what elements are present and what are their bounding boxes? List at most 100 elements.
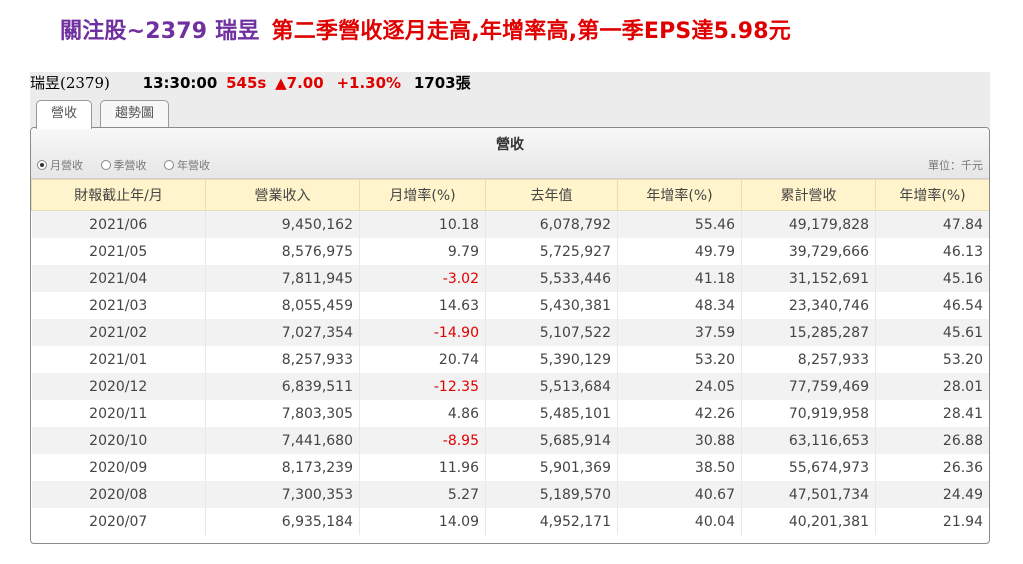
- radio-yearly-label: 年營收: [177, 159, 210, 172]
- cell-revenue: 7,803,305: [205, 400, 360, 427]
- cell-period: 2021/06: [31, 210, 206, 238]
- headline-stock: 關注股~2379 瑞昱: [60, 19, 260, 44]
- col-header-cumulative-yoy: 年增率(%): [875, 179, 989, 211]
- cell-cumulative: 49,179,828: [741, 210, 876, 238]
- cell-cumulative: 15,285,287: [741, 319, 876, 346]
- table-row: 2021/04 7,811,945 -3.02 5,533,446 41.18 31,15…: [31, 265, 989, 292]
- cell-yoy: 24.05: [617, 373, 742, 400]
- cell-period: 2020/08: [31, 481, 206, 508]
- cell-yoy: 38.50: [617, 454, 742, 481]
- cell-mom: 9.79: [359, 238, 486, 265]
- revenue-panel: 營收 月營收 季營收 年營收 單位：千元 財報截止年/月 營業收入 月增率(%)…: [30, 127, 990, 544]
- quote-volume: 1703張: [413, 74, 471, 92]
- cell-revenue: 8,576,975: [205, 238, 360, 265]
- cell-last-year: 6,078,792: [485, 210, 618, 238]
- col-header-last-year: 去年值: [485, 179, 618, 211]
- cell-last-year: 5,685,914: [485, 427, 618, 454]
- col-header-mom: 月增率(%): [359, 179, 486, 211]
- cell-cumulative: 40,201,381: [741, 508, 876, 535]
- cell-revenue: 7,300,353: [205, 481, 360, 508]
- cell-cumulative: 63,116,653: [741, 427, 876, 454]
- headline: 關注股~2379 瑞昱 第二季營收逐月走高,年增率高,第一季EPS達5.98元: [60, 10, 1000, 54]
- cell-cumulative: 8,257,933: [741, 346, 876, 373]
- cell-cumulative: 39,729,666: [741, 238, 876, 265]
- cell-mom: 14.63: [359, 292, 486, 319]
- cell-cumulative-yoy: 28.01: [875, 373, 989, 400]
- cell-mom: 20.74: [359, 346, 486, 373]
- cell-yoy: 42.26: [617, 400, 742, 427]
- col-header-period: 財報截止年/月: [31, 179, 206, 211]
- cell-revenue: 7,441,680: [205, 427, 360, 454]
- cell-last-year: 4,952,171: [485, 508, 618, 535]
- cell-cumulative: 77,759,469: [741, 373, 876, 400]
- cell-period: 2021/04: [31, 265, 206, 292]
- cell-mom: -14.90: [359, 319, 486, 346]
- cell-period: 2021/01: [31, 346, 206, 373]
- col-header-cumulative: 累計營收: [741, 179, 876, 211]
- table-row: 2021/06 9,450,162 10.18 6,078,792 55.46 49,17…: [31, 210, 989, 238]
- headline-summary: 第二季營收逐月走高,年增率高,第一季EPS達5.98元: [271, 19, 791, 44]
- table-row: 2021/05 8,576,975 9.79 5,725,927 49.79 39,729…: [31, 238, 989, 265]
- quote-bar: 瑞昱(2379) 13:30:00 545s ▲7.00 +1.30% 1703…: [30, 72, 990, 94]
- cell-revenue: 8,055,459: [205, 292, 360, 319]
- tab-trend-chart[interactable]: 趨勢圖: [100, 100, 170, 127]
- cell-mom: -12.35: [359, 373, 486, 400]
- table-row: 2020/08 7,300,353 5.27 5,189,570 40.67 47,501…: [31, 481, 989, 508]
- cell-cumulative-yoy: 24.49: [875, 481, 989, 508]
- cell-yoy: 48.34: [617, 292, 742, 319]
- radio-quarterly-label: 季營收: [113, 159, 147, 172]
- cell-last-year: 5,513,684: [485, 373, 618, 400]
- cell-last-year: 5,390,129: [485, 346, 618, 373]
- tab-bar: 營收 趨勢圖: [30, 94, 990, 129]
- radio-monthly[interactable]: 月營收: [37, 159, 83, 172]
- cell-cumulative-yoy: 46.13: [875, 238, 989, 265]
- radio-monthly-label: 月營收: [50, 159, 83, 172]
- cell-yoy: 41.18: [617, 265, 742, 292]
- cell-revenue: 8,173,239: [205, 454, 360, 481]
- table-row: 2020/12 6,839,511 -12.35 5,513,684 24.05 77,7…: [31, 373, 989, 400]
- cell-cumulative-yoy: 46.54: [875, 292, 989, 319]
- radio-dot-icon: [164, 160, 174, 170]
- cell-mom: 5.27: [359, 481, 486, 508]
- cell-period: 2020/09: [31, 454, 206, 481]
- cell-cumulative: 55,674,973: [741, 454, 876, 481]
- radio-yearly[interactable]: 年營收: [164, 159, 210, 172]
- unit-label: 單位：千元: [928, 159, 983, 172]
- stock-name: 瑞昱(2379): [30, 74, 110, 92]
- cell-yoy: 30.88: [617, 427, 742, 454]
- cell-revenue: 7,811,945: [205, 265, 360, 292]
- cell-mom: 14.09: [359, 508, 486, 535]
- cell-cumulative: 70,919,958: [741, 400, 876, 427]
- cell-revenue: 6,839,511: [205, 373, 360, 400]
- cell-cumulative-yoy: 28.41: [875, 400, 989, 427]
- cell-period: 2020/12: [31, 373, 206, 400]
- cell-revenue: 8,257,933: [205, 346, 360, 373]
- revenue-table: 財報截止年/月 營業收入 月增率(%) 去年值 年增率(%) 累計營收 年增率(…: [31, 179, 989, 535]
- cell-last-year: 5,725,927: [485, 238, 618, 265]
- cell-mom: -3.02: [359, 265, 486, 292]
- cell-cumulative: 31,152,691: [741, 265, 876, 292]
- cell-cumulative-yoy: 26.88: [875, 427, 989, 454]
- tab-revenue[interactable]: 營收: [36, 100, 93, 129]
- radio-quarterly[interactable]: 季營收: [100, 159, 147, 172]
- cell-mom: 10.18: [359, 210, 486, 238]
- cell-yoy: 49.79: [617, 238, 742, 265]
- table-header-row: 財報截止年/月 營業收入 月增率(%) 去年值 年增率(%) 累計營收 年增率(…: [31, 179, 989, 211]
- cell-cumulative-yoy: 47.84: [875, 210, 989, 238]
- quote-change: ▲7.00: [275, 74, 324, 92]
- cell-last-year: 5,430,381: [485, 292, 618, 319]
- cell-cumulative-yoy: 53.20: [875, 346, 989, 373]
- cell-mom: 4.86: [359, 400, 486, 427]
- cell-mom: 11.96: [359, 454, 486, 481]
- quote-percent: +1.30%: [336, 74, 402, 92]
- panel-title: 營收: [496, 137, 524, 153]
- cell-last-year: 5,107,522: [485, 319, 618, 346]
- radio-dot-icon: [100, 160, 111, 170]
- cell-revenue: 9,450,162: [205, 210, 360, 238]
- cell-cumulative-yoy: 26.36: [875, 454, 989, 481]
- quote-price: 545s: [226, 74, 267, 92]
- cell-yoy: 40.04: [617, 508, 742, 535]
- cell-period: 2020/07: [31, 508, 206, 535]
- table-row: 2020/07 6,935,184 14.09 4,952,171 40.04 40,20…: [31, 508, 989, 535]
- cell-yoy: 40.67: [617, 481, 742, 508]
